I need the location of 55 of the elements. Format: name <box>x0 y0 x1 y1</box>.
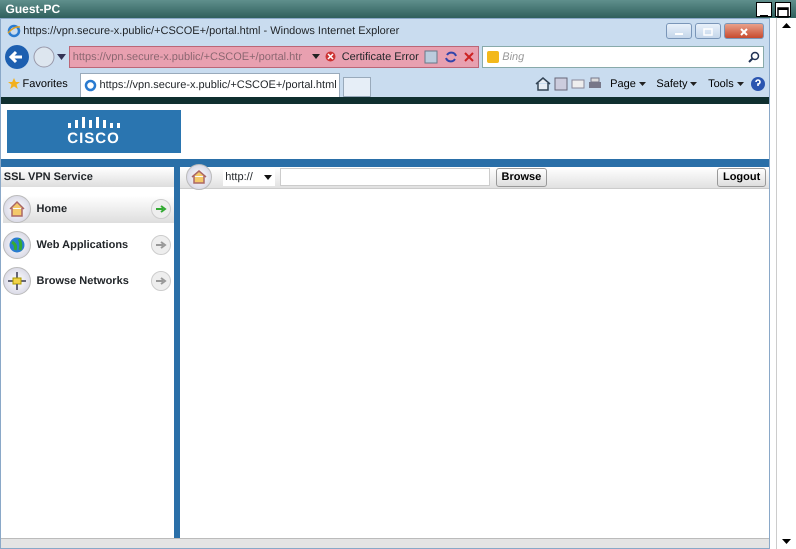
toolbar-menu[interactable]: Tools <box>704 76 748 92</box>
browse-button[interactable]: Browse <box>496 168 548 187</box>
caret-icon[interactable] <box>312 54 320 60</box>
logo-bars-icon <box>66 116 122 131</box>
search-icon[interactable] <box>748 50 760 63</box>
close-button[interactable] <box>724 22 764 39</box>
restore-icon <box>702 27 714 38</box>
window-title: Guest-PC <box>6 1 60 18</box>
close-icon <box>738 27 748 38</box>
browser-tab[interactable]: https://vpn.secure-x.public/+CSCOE+/portal.html <box>80 72 340 97</box>
favorites-button[interactable]: Favorites <box>4 76 72 92</box>
nav-item[interactable]: Home <box>3 194 174 223</box>
star-icon <box>8 78 20 90</box>
browser-logo-icon <box>6 24 20 38</box>
address-bar[interactable]: https://vpn.secure-x.public/+CSCOE+/portal.htr Certificate Error <box>69 46 479 68</box>
toolbar-menu[interactable]: Page <box>606 76 650 92</box>
home-icon <box>8 200 26 218</box>
url-input-field[interactable] <box>280 168 490 186</box>
home-icon[interactable] <box>535 76 552 91</box>
cisco-logo: CISCO <box>6 110 180 153</box>
toolbar-menu[interactable]: Safety <box>652 76 702 92</box>
network-icon <box>8 272 26 290</box>
caret-icon[interactable] <box>57 54 66 60</box>
refresh-icon[interactable] <box>444 50 458 64</box>
arrow-icon <box>155 276 168 286</box>
caret-icon <box>264 174 272 180</box>
shield-error-icon <box>325 51 336 62</box>
restore-button[interactable] <box>694 22 721 39</box>
address-text: https://vpn.secure-x.public/+CSCOE+/portal.htr <box>72 50 304 65</box>
maximize-icon <box>776 6 790 19</box>
globe-icon <box>8 236 26 254</box>
arrow-icon <box>155 240 168 250</box>
minimize-icon <box>760 15 768 18</box>
browser-title: https://vpn.secure-x.public/+CSCOE+/portal.html - Windows Internet Explorer <box>23 24 400 39</box>
back-button[interactable] <box>4 44 30 70</box>
sidebar-title: SSL VPN Service <box>4 170 93 185</box>
nav-item[interactable]: Browse Networks <box>3 266 174 295</box>
minimize-button[interactable] <box>756 2 772 16</box>
nav-item[interactable]: Web Applications <box>3 230 174 259</box>
home-button[interactable] <box>186 164 212 190</box>
caret-icon <box>638 82 646 86</box>
search-placeholder: Bing <box>502 50 524 65</box>
maximize-button[interactable] <box>774 2 790 16</box>
certificate-error-link[interactable]: Certificate Error <box>342 48 419 66</box>
caret-icon <box>690 82 698 86</box>
protocol-dropdown[interactable]: http:// <box>222 169 275 186</box>
home-icon <box>190 170 206 184</box>
logout-button[interactable]: Logout <box>716 168 766 187</box>
page-icon <box>84 78 97 92</box>
stop-icon[interactable] <box>463 50 476 63</box>
search-provider-icon <box>486 50 500 64</box>
help-icon[interactable] <box>750 76 766 92</box>
arrow-icon <box>155 204 168 214</box>
printer-icon[interactable] <box>587 76 604 91</box>
caret-icon <box>736 82 744 86</box>
